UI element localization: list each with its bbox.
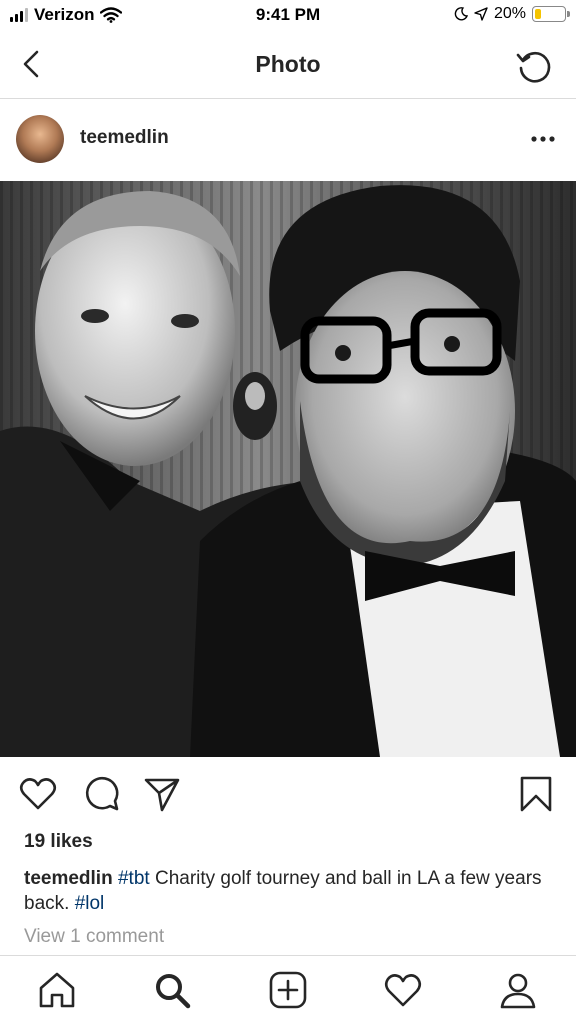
comment-icon[interactable]	[82, 774, 122, 814]
photo-image	[0, 181, 576, 757]
activity-icon[interactable]	[381, 968, 425, 1012]
heart-icon[interactable]	[18, 774, 58, 814]
moon-icon	[454, 7, 468, 21]
add-icon[interactable]	[266, 968, 310, 1012]
page-title: Photo	[255, 51, 321, 77]
battery-percent: 20%	[493, 5, 526, 22]
share-icon[interactable]	[142, 774, 182, 814]
location-arrow-icon	[474, 7, 488, 21]
caption-username[interactable]: teemedlin	[24, 868, 113, 889]
search-icon[interactable]	[150, 968, 194, 1012]
likes-count[interactable]: 19 likes	[24, 831, 93, 853]
post-header: teemedlin	[0, 99, 576, 181]
post-photo[interactable]	[0, 181, 576, 757]
battery-icon	[532, 6, 570, 22]
profile-icon[interactable]	[496, 968, 540, 1012]
home-icon[interactable]	[35, 968, 79, 1012]
hashtag-link[interactable]: #lol	[75, 893, 105, 914]
battery-level	[535, 9, 542, 19]
status-bar: Verizon 9:41 PM 20%	[0, 0, 576, 34]
nav-bar: Photo	[0, 34, 576, 99]
tab-bar	[0, 955, 576, 1025]
avatar[interactable]	[16, 115, 64, 163]
post-caption: teemedlin #tbt Charity golf tourney and …	[24, 866, 554, 916]
ellipsis-icon[interactable]	[530, 131, 556, 147]
bookmark-icon[interactable]	[516, 774, 556, 814]
refresh-icon[interactable]	[514, 46, 554, 86]
hashtag-link[interactable]: #tbt	[118, 868, 150, 889]
post-username[interactable]: teemedlin	[80, 127, 169, 149]
view-comments-link[interactable]: View 1 comment	[24, 926, 164, 948]
post-actions	[0, 762, 576, 826]
